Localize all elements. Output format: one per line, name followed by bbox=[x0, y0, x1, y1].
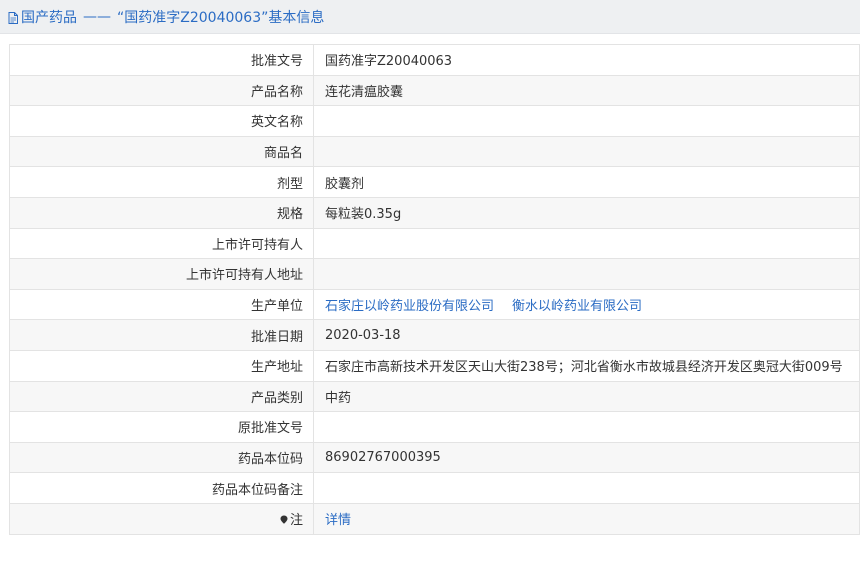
row-label: 规格 bbox=[276, 207, 303, 223]
row-label: 药品本位码备注 bbox=[211, 482, 303, 498]
map-pin-icon bbox=[280, 513, 288, 524]
header-separator: —— bbox=[83, 8, 111, 25]
row-value-cell: 连花清瘟胶囊 bbox=[313, 74, 860, 107]
row-label-cell: 原批准文号 bbox=[9, 411, 314, 443]
table-row: 规格 每粒装0.35g bbox=[9, 196, 860, 229]
row-label-cell: 药品本位码备注 bbox=[9, 472, 314, 504]
row-value: 每粒装0.35g bbox=[325, 207, 402, 223]
row-value-cell bbox=[313, 411, 860, 443]
row-value-cell bbox=[313, 105, 860, 137]
row-value-cell: 国药准字Z20040063 bbox=[313, 44, 860, 76]
row-label: 剂型 bbox=[276, 176, 303, 192]
row-label-cell: 英文名称 bbox=[9, 105, 314, 137]
row-label-cell: 注 bbox=[9, 502, 314, 535]
table-row: 英文名称 bbox=[9, 105, 860, 137]
table-row: 上市许可持有人地址 bbox=[9, 258, 860, 290]
row-label: 注 bbox=[289, 513, 303, 529]
row-label-cell: 剂型 bbox=[9, 166, 314, 198]
table-row: 产品名称 连花清瘟胶囊 bbox=[9, 74, 860, 107]
row-label-cell: 产品名称 bbox=[9, 74, 314, 107]
row-label: 产品名称 bbox=[250, 84, 303, 100]
table-row: 药品本位码 86902767000395 bbox=[9, 441, 860, 474]
table-row: 剂型 胶囊剂 bbox=[9, 166, 860, 198]
row-value: 胶囊剂 bbox=[325, 176, 365, 192]
row-value: 国药准字Z20040063 bbox=[325, 54, 453, 70]
row-label: 上市许可持有人 bbox=[211, 237, 303, 253]
row-label-cell: 药品本位码 bbox=[9, 441, 314, 474]
row-value: 86902767000395 bbox=[325, 450, 441, 466]
page-header: 国产药品 —— “国药准字Z20040063”基本信息 bbox=[0, 0, 860, 34]
row-label-cell: 上市许可持有人地址 bbox=[9, 258, 314, 290]
row-label-cell: 规格 bbox=[9, 196, 314, 229]
manufacturer-link[interactable]: 衡水以岭药业有限公司 bbox=[512, 299, 642, 314]
row-value-cell bbox=[313, 258, 860, 290]
row-value-cell: 胶囊剂 bbox=[313, 166, 860, 198]
table-row: 生产地址 石家庄市高新技术开发区天山大街238号；河北省衡水市故城县经济开发区奥冠… bbox=[9, 349, 860, 382]
table-row: 上市许可持有人 bbox=[9, 227, 860, 260]
row-label-cell: 产品类别 bbox=[9, 380, 314, 413]
row-label: 产品类别 bbox=[250, 390, 303, 406]
row-value-cell: 中药 bbox=[313, 380, 860, 413]
row-label-cell: 上市许可持有人 bbox=[9, 227, 314, 260]
row-value: 中药 bbox=[325, 390, 352, 406]
header-title: “国药准字Z20040063”基本信息 bbox=[117, 9, 325, 26]
row-label-cell: 生产单位 bbox=[9, 288, 314, 321]
row-value-cell bbox=[313, 227, 860, 260]
row-label: 生产单位 bbox=[250, 299, 303, 315]
row-label: 上市许可持有人地址 bbox=[185, 268, 303, 284]
table-row: 产品类别 中药 bbox=[9, 380, 860, 413]
table-row: 注 详情 bbox=[9, 502, 860, 535]
row-label: 商品名 bbox=[263, 146, 303, 162]
row-value: 连花清瘟胶囊 bbox=[325, 84, 404, 100]
row-label: 英文名称 bbox=[250, 115, 303, 131]
row-value-cell: 石家庄以岭药业股份有限公司 衡水以岭药业有限公司 bbox=[313, 288, 860, 321]
row-label: 生产地址 bbox=[250, 360, 303, 376]
details-link[interactable]: 详情 bbox=[325, 513, 351, 528]
row-label-cell: 生产地址 bbox=[9, 349, 314, 382]
document-icon bbox=[8, 11, 18, 24]
row-label-cell: 批准日期 bbox=[9, 319, 314, 351]
table-row: 商品名 bbox=[9, 135, 860, 168]
table-row: 药品本位码备注 bbox=[9, 472, 860, 504]
table-row: 批准日期 2020-03-18 bbox=[9, 319, 860, 351]
row-value: 石家庄市高新技术开发区天山大街238号；河北省衡水市故城县经济开发区奥冠大街00… bbox=[325, 360, 843, 376]
table-row: 生产单位 石家庄以岭药业股份有限公司 衡水以岭药业有限公司 bbox=[9, 288, 860, 321]
row-value-cell bbox=[313, 135, 860, 168]
row-value: 2020-03-18 bbox=[325, 327, 401, 343]
row-label-cell: 批准文号 bbox=[9, 44, 314, 76]
row-value-cell: 2020-03-18 bbox=[313, 319, 860, 351]
info-table-panel: 批准文号 国药准字Z20040063 产品名称 连花清瘟胶囊英文名称商品名剂型 胶囊剂规… bbox=[9, 44, 860, 535]
row-label: 批准日期 bbox=[250, 329, 303, 345]
row-value-cell: 详情 bbox=[313, 502, 860, 535]
row-label: 药品本位码 bbox=[237, 452, 303, 468]
manufacturer-link[interactable]: 石家庄以岭药业股份有限公司 bbox=[325, 299, 494, 314]
row-label: 原批准文号 bbox=[237, 421, 303, 437]
table-row: 批准文号 国药准字Z20040063 bbox=[9, 44, 860, 76]
row-value-cell: 每粒装0.35g bbox=[313, 196, 860, 229]
row-value-cell: 86902767000395 bbox=[313, 441, 860, 474]
info-table: 批准文号 国药准字Z20040063 产品名称 连花清瘟胶囊英文名称商品名剂型 胶囊剂规… bbox=[9, 44, 860, 535]
row-value-cell bbox=[313, 472, 860, 504]
row-label-cell: 商品名 bbox=[9, 135, 314, 168]
header-category: 国产药品 bbox=[21, 9, 77, 26]
row-value-cell: 石家庄市高新技术开发区天山大街238号；河北省衡水市故城县经济开发区奥冠大街00… bbox=[313, 349, 860, 382]
row-label: 批准文号 bbox=[250, 54, 303, 70]
table-row: 原批准文号 bbox=[9, 411, 860, 443]
